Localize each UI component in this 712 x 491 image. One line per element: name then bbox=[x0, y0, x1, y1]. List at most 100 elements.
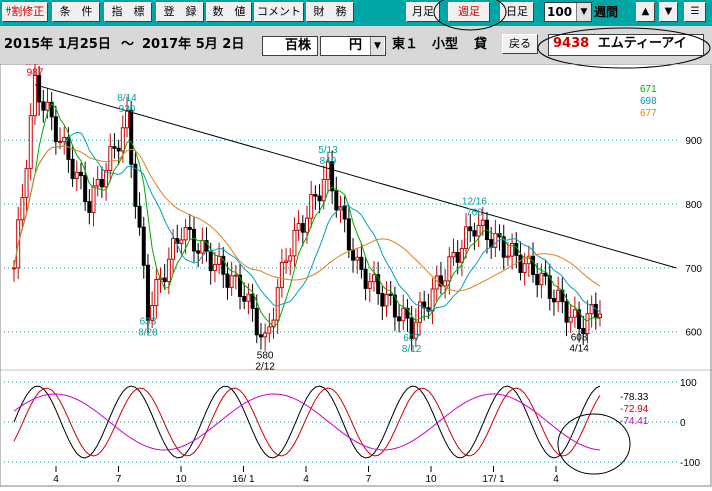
candle-body bbox=[351, 249, 356, 261]
candle-body bbox=[480, 219, 485, 226]
pivot-value: 768 bbox=[466, 207, 483, 218]
candle-body bbox=[572, 309, 577, 318]
candle-body bbox=[58, 140, 63, 143]
candle-body bbox=[74, 171, 79, 179]
candle-body bbox=[455, 252, 460, 263]
chevron-down-icon: ▼ bbox=[370, 37, 384, 55]
candle-body bbox=[196, 250, 201, 254]
candle-body bbox=[598, 313, 602, 318]
candle-body bbox=[535, 273, 540, 286]
candle-body bbox=[342, 206, 347, 220]
candle-body bbox=[116, 147, 121, 152]
candle-body bbox=[191, 228, 196, 252]
credit-label: 貸 bbox=[474, 37, 488, 52]
pivot-label: 633 bbox=[140, 317, 157, 328]
candle-body bbox=[430, 288, 435, 312]
candle-body bbox=[346, 218, 351, 251]
weekly-chart-button[interactable]: 週足 bbox=[448, 2, 490, 22]
pivot-label: 607 bbox=[403, 333, 420, 344]
daily-chart-button[interactable]: 日足 bbox=[500, 2, 534, 22]
currency-value: 円 bbox=[349, 38, 363, 53]
osc-a-value: -78.33 bbox=[620, 392, 649, 403]
candle-body bbox=[208, 250, 213, 272]
candle-body bbox=[137, 205, 142, 228]
condition-button[interactable]: 条 件 bbox=[52, 2, 100, 22]
scroll-down-button[interactable]: ▼ bbox=[659, 2, 678, 22]
stock-name: エムティーアイ bbox=[597, 36, 687, 51]
candle-body bbox=[522, 263, 527, 273]
monthly-chart-button[interactable]: 月足 bbox=[406, 2, 440, 22]
date-tilde: ～ bbox=[121, 37, 135, 52]
osc-tick-label: 100 bbox=[680, 378, 697, 389]
candle-body bbox=[459, 248, 464, 263]
candle-body bbox=[568, 316, 573, 323]
pivot-value: 8/28 bbox=[138, 328, 158, 339]
candle-body bbox=[284, 260, 289, 263]
candle-body bbox=[78, 171, 83, 177]
candle-body bbox=[24, 168, 29, 199]
candle-body bbox=[229, 275, 234, 288]
price-tick-label: 900 bbox=[685, 136, 702, 147]
values-button[interactable]: 数 値 bbox=[206, 2, 252, 22]
register-button[interactable]: 登 録 bbox=[156, 2, 204, 22]
candle-body bbox=[539, 272, 544, 286]
candle-body bbox=[531, 255, 536, 275]
unit-box: 百株 bbox=[262, 36, 318, 56]
candle-body bbox=[585, 313, 590, 335]
back-button[interactable]: 戻る bbox=[502, 34, 538, 54]
indicator-button[interactable]: 指 標 bbox=[104, 2, 152, 22]
candle-body bbox=[141, 226, 146, 266]
candle-body bbox=[380, 292, 385, 307]
ma-long-value: 677 bbox=[640, 108, 657, 119]
candle-body bbox=[551, 297, 556, 303]
x-tick-label: 10 bbox=[175, 474, 187, 485]
stock-code-field[interactable]: 9438 エムティーアイ bbox=[548, 34, 704, 56]
stock-code: 9438 bbox=[553, 36, 590, 51]
candle-body bbox=[53, 116, 58, 143]
annotation-circle bbox=[557, 413, 631, 475]
pivot-label: 12/16 bbox=[462, 196, 487, 207]
candle-body bbox=[41, 101, 46, 111]
pivot-value: 4/14 bbox=[569, 344, 589, 355]
date-to: 2017年 5月 2日 bbox=[142, 37, 245, 52]
ma-short-value: 671 bbox=[640, 84, 657, 95]
x-tick-label: 7 bbox=[366, 474, 372, 485]
x-tick-label: 4 bbox=[303, 474, 309, 485]
x-tick-label: 4 bbox=[553, 474, 559, 485]
candle-body bbox=[556, 289, 561, 303]
pivot-value: 987 bbox=[27, 68, 44, 79]
count-select[interactable]: 100 ▼ bbox=[544, 2, 592, 22]
candle-body bbox=[258, 334, 263, 338]
finance-button[interactable]: 財 務 bbox=[306, 2, 354, 22]
adjust-split-button[interactable]: ｻ割修正 bbox=[2, 2, 48, 22]
candle-body bbox=[91, 185, 96, 213]
osc-tick-label: -100 bbox=[680, 458, 700, 469]
candle-body bbox=[233, 274, 238, 277]
candle-body bbox=[129, 109, 134, 165]
candle-body bbox=[112, 146, 117, 149]
osc-c-value: -74.41 bbox=[620, 416, 649, 427]
x-tick-label: 4 bbox=[53, 474, 59, 485]
candle-body bbox=[401, 307, 406, 322]
candle-body bbox=[45, 101, 50, 111]
x-tick-label: 16/ 1 bbox=[232, 474, 255, 485]
candle-body bbox=[217, 255, 222, 266]
candle-body bbox=[317, 195, 322, 202]
price-chart: 9008007006001000-1006716986772/279878/14… bbox=[0, 57, 712, 487]
menu-button[interactable]: ☰ bbox=[684, 2, 706, 22]
candle-body bbox=[309, 194, 314, 219]
candle-body bbox=[388, 293, 393, 296]
candle-body bbox=[384, 293, 389, 307]
candle-body bbox=[87, 201, 92, 213]
comment-button[interactable]: コメント bbox=[254, 2, 304, 22]
candle-body bbox=[162, 277, 167, 283]
size-label: 小型 bbox=[432, 37, 459, 52]
currency-select[interactable]: 円 ▼ bbox=[320, 36, 386, 56]
scroll-up-button[interactable]: ▲ bbox=[636, 2, 655, 22]
pivot-value: 8/12 bbox=[402, 344, 422, 355]
candle-body bbox=[363, 268, 368, 289]
pivot-value: 2/12 bbox=[255, 361, 275, 372]
ma-mid-value: 698 bbox=[640, 96, 657, 107]
candle-body bbox=[32, 75, 37, 117]
candle-body bbox=[250, 293, 255, 309]
